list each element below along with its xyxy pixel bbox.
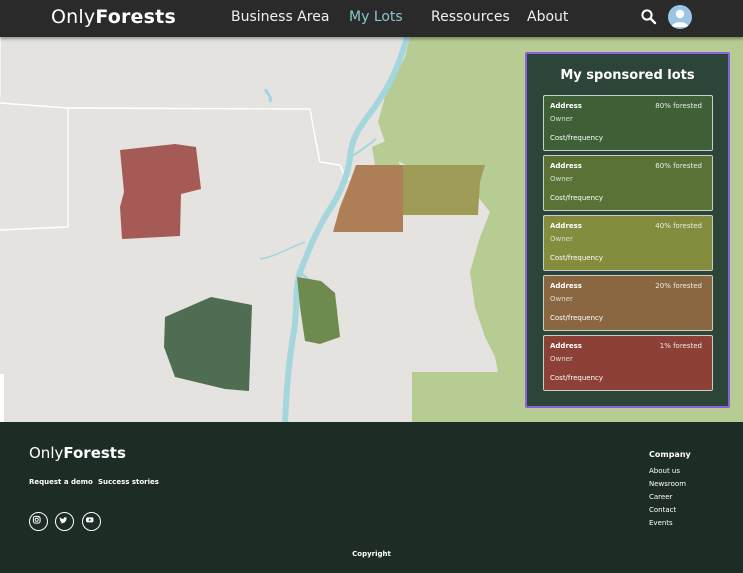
about-us-link[interactable]: About us	[649, 467, 680, 475]
twitter-icon[interactable]	[55, 512, 74, 531]
lot-card-5[interactable]: Address Owner Cost/frequency 1% forested	[543, 335, 713, 391]
lot-cost: Cost/frequency	[550, 314, 604, 322]
lot-forested: 1% forested	[659, 342, 702, 350]
lot-address: Address	[550, 102, 582, 110]
lot-yellow	[403, 165, 485, 215]
panel-title: My sponsored lots	[560, 68, 695, 83]
page-footer: OnlyForests Request a demo Success stori…	[0, 422, 743, 573]
lot-cost: Cost/frequency	[550, 374, 604, 382]
lot-forested: 60% forested	[655, 162, 702, 170]
lot-address: Address	[550, 222, 582, 230]
logo-light-text: Only	[51, 6, 96, 28]
search-icon[interactable]	[640, 8, 658, 26]
nav-my-lots[interactable]: My Lots	[349, 9, 403, 25]
company-heading: Company	[649, 450, 691, 459]
lot-cost: Cost/frequency	[550, 254, 604, 262]
copyright-text: Copyright	[352, 550, 391, 558]
sponsored-lots-panel: My sponsored lots Address Owner Cost/fre…	[525, 52, 730, 408]
nav-business-area[interactable]: Business Area	[231, 9, 329, 25]
nav-about[interactable]: About	[527, 9, 568, 25]
lot-card-3[interactable]: Address Owner Cost/frequency 40% foreste…	[543, 215, 713, 271]
lot-address: Address	[550, 282, 582, 290]
nav-resources[interactable]: Ressources	[431, 9, 510, 25]
lot-forested: 80% forested	[655, 102, 702, 110]
lot-owner: Owner	[550, 235, 573, 243]
lot-card-1[interactable]: Address Owner Cost/frequency 80% foreste…	[543, 95, 713, 151]
events-link[interactable]: Events	[649, 519, 673, 527]
lot-forested: 40% forested	[655, 222, 702, 230]
youtube-icon[interactable]	[82, 512, 101, 531]
footer-logo-bold: Forests	[63, 444, 126, 462]
forest-area-south	[412, 372, 520, 422]
footer-logo-light: Only	[29, 444, 64, 462]
lot-owner: Owner	[550, 355, 573, 363]
newsroom-link[interactable]: Newsroom	[649, 480, 686, 488]
user-avatar-icon[interactable]	[668, 5, 692, 29]
lot-forested: 20% forested	[655, 282, 702, 290]
instagram-icon[interactable]	[29, 512, 48, 531]
contact-link[interactable]: Contact	[649, 506, 676, 514]
lot-address: Address	[550, 342, 582, 350]
lot-cost: Cost/frequency	[550, 134, 604, 142]
lot-card-2[interactable]: Address Owner Cost/frequency 60% foreste…	[543, 155, 713, 211]
map-edge-strip	[0, 374, 4, 422]
lot-owner: Owner	[550, 295, 573, 303]
logo-bold-text: Forests	[95, 6, 176, 28]
footer-logo[interactable]: OnlyForests	[29, 444, 126, 462]
success-stories-link[interactable]: Success stories	[98, 478, 159, 486]
career-link[interactable]: Career	[649, 493, 672, 501]
lot-address: Address	[550, 162, 582, 170]
lot-cost: Cost/frequency	[550, 194, 604, 202]
app-logo[interactable]: OnlyForests	[51, 6, 176, 28]
lot-owner: Owner	[550, 115, 573, 123]
request-demo-link[interactable]: Request a demo	[29, 478, 93, 486]
lot-card-4[interactable]: Address Owner Cost/frequency 20% foreste…	[543, 275, 713, 331]
top-navbar: OnlyForests Business Area My Lots Ressou…	[0, 0, 743, 37]
lot-owner: Owner	[550, 175, 573, 183]
